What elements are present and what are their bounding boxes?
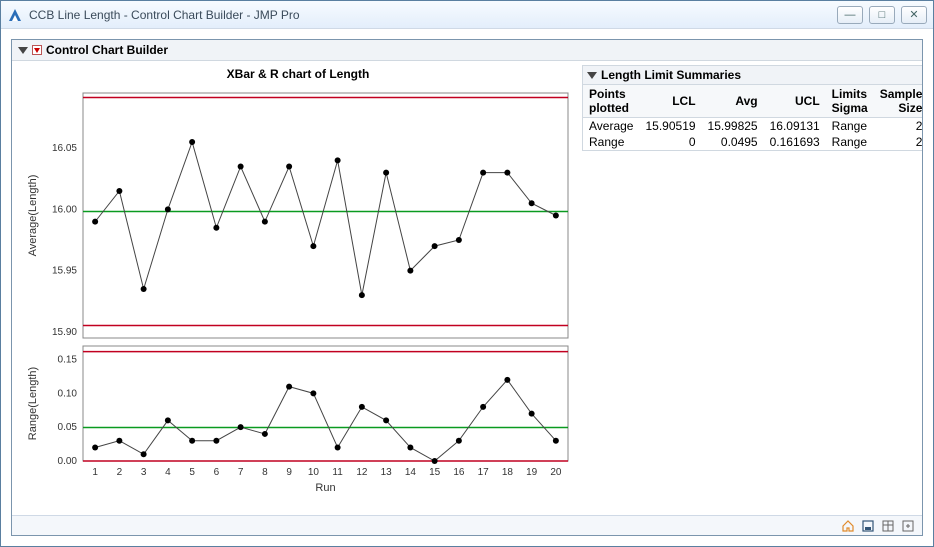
svg-text:4: 4 — [165, 467, 171, 478]
col-ucl: UCL — [764, 85, 826, 118]
summary-table: Points plotted LCL Avg UCL Limits Sigma … — [582, 84, 922, 151]
save-script-icon[interactable] — [860, 518, 876, 534]
svg-text:11: 11 — [332, 467, 343, 478]
control-chart[interactable]: 15.90 15.95 16.00 16.05 Average(Length) 0.00 0… — [18, 87, 578, 507]
col-points: Points plotted — [583, 85, 640, 118]
svg-text:15.90: 15.90 — [52, 327, 77, 338]
window-title: CCB Line Length - Control Chart Builder … — [29, 8, 837, 22]
svg-text:20: 20 — [550, 467, 562, 478]
svg-text:18: 18 — [502, 467, 514, 478]
table-icon[interactable] — [880, 518, 896, 534]
svg-text:16.00: 16.00 — [52, 204, 77, 215]
svg-text:2: 2 — [117, 467, 123, 478]
report-pane: Control Chart Builder XBar & R chart of … — [11, 39, 923, 536]
maximize-button[interactable]: □ — [869, 6, 895, 24]
svg-text:0.15: 0.15 — [58, 355, 78, 366]
app-window: CCB Line Length - Control Chart Builder … — [0, 0, 934, 547]
minimize-button[interactable]: — — [837, 6, 863, 24]
home-icon[interactable] — [840, 518, 856, 534]
panel-title: Control Chart Builder — [46, 43, 168, 57]
chart-title: XBar & R chart of Length — [18, 65, 578, 87]
close-button[interactable]: ✕ — [901, 6, 927, 24]
panel-header[interactable]: Control Chart Builder — [12, 40, 922, 61]
table-row: Range00.04950.161693Range2 — [583, 134, 923, 151]
svg-text:13: 13 — [381, 467, 393, 478]
statusbar — [12, 515, 922, 535]
svg-text:16.05: 16.05 — [52, 143, 77, 154]
svg-text:14: 14 — [405, 467, 417, 478]
svg-text:3: 3 — [141, 467, 147, 478]
disclosure-icon[interactable] — [587, 72, 597, 79]
col-lcl: LCL — [639, 85, 701, 118]
app-icon — [7, 7, 23, 23]
svg-text:19: 19 — [526, 467, 538, 478]
svg-text:16: 16 — [453, 467, 465, 478]
svg-text:0.10: 0.10 — [58, 388, 78, 399]
svg-text:Average(Length): Average(Length) — [27, 175, 39, 257]
svg-text:15: 15 — [429, 467, 441, 478]
svg-text:0.00: 0.00 — [58, 456, 78, 467]
svg-text:1: 1 — [92, 467, 98, 478]
svg-text:7: 7 — [238, 467, 244, 478]
client-area: Control Chart Builder XBar & R chart of … — [1, 29, 933, 546]
svg-text:5: 5 — [189, 467, 195, 478]
svg-text:9: 9 — [286, 467, 292, 478]
svg-text:17: 17 — [478, 467, 490, 478]
svg-text:10: 10 — [308, 467, 320, 478]
expand-icon[interactable] — [900, 518, 916, 534]
col-avg: Avg — [702, 85, 764, 118]
titlebar[interactable]: CCB Line Length - Control Chart Builder … — [1, 1, 933, 29]
col-sigma: Limits Sigma — [826, 85, 874, 118]
svg-text:15.95: 15.95 — [52, 266, 77, 277]
svg-text:6: 6 — [214, 467, 220, 478]
svg-text:0.05: 0.05 — [58, 422, 78, 433]
table-row: Average15.9051915.9982516.09131Range2 — [583, 118, 923, 135]
col-n: Sample Size — [874, 85, 922, 118]
disclosure-icon[interactable] — [18, 47, 28, 54]
hotspot-icon[interactable] — [32, 45, 42, 55]
summary-header[interactable]: Length Limit Summaries — [582, 65, 922, 84]
svg-text:Range(Length): Range(Length) — [27, 367, 39, 440]
svg-text:12: 12 — [356, 467, 368, 478]
summary-title: Length Limit Summaries — [601, 68, 741, 82]
svg-text:8: 8 — [262, 467, 268, 478]
svg-text:Run: Run — [315, 482, 335, 494]
